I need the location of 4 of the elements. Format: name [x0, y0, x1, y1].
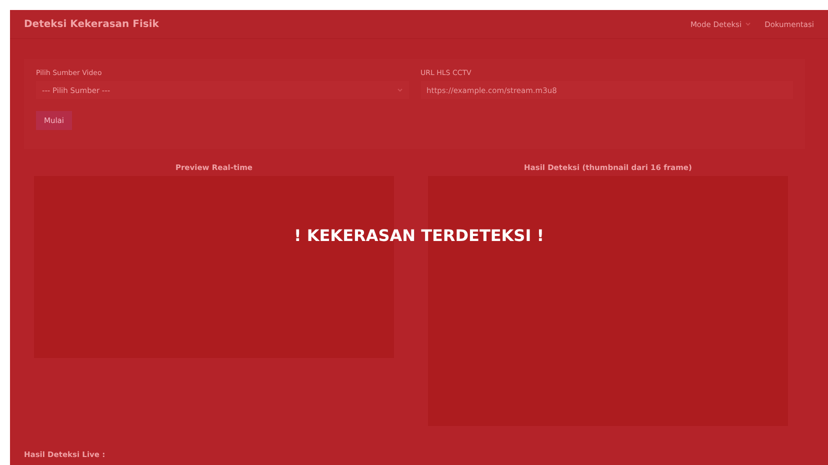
chevron-icon	[396, 88, 402, 92]
brand-title[interactable]: Deteksi Kekerasan Fisik	[24, 18, 159, 30]
chevron-icon	[744, 22, 751, 26]
alert-text: ! KEKERASAN TERDETEKSI !	[292, 226, 546, 245]
